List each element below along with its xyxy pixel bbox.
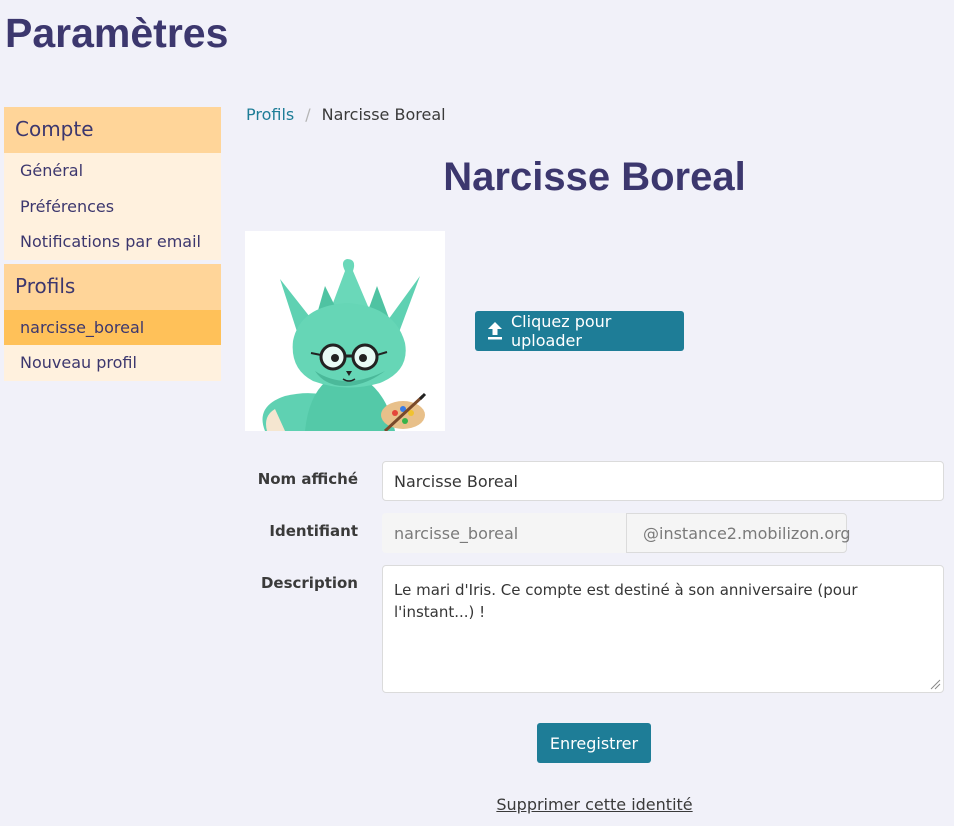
display-name-label: Nom affiché (257, 470, 358, 488)
sidebar-item-new-profile[interactable]: Nouveau profil (4, 345, 221, 381)
upload-avatar-button[interactable]: Cliquez pour uploader (475, 311, 684, 351)
breadcrumb-link-profiles[interactable]: Profils (246, 105, 294, 124)
upload-icon (487, 322, 503, 340)
sidebar-group-profiles: Profils narcisse_boreal Nouveau profil (4, 263, 221, 381)
save-button[interactable]: Enregistrer (537, 723, 651, 763)
sidebar-heading-profiles: Profils (4, 263, 221, 310)
breadcrumb: Profils / Narcisse Boreal (246, 104, 446, 126)
breadcrumb-current: Narcisse Boreal (321, 105, 446, 124)
sidebar-item-general[interactable]: Général (4, 153, 221, 189)
sidebar-group-account: Compte Général Préférences Notifications… (4, 107, 221, 260)
delete-identity-text[interactable]: Supprimer cette identité (496, 795, 692, 814)
sidebar-heading-account: Compte (4, 107, 221, 153)
profile-title: Narcisse Boreal (443, 155, 746, 199)
page-title: Paramètres (5, 10, 229, 56)
settings-sidebar: Compte Général Préférences Notifications… (4, 107, 221, 385)
description-text: Le mari d'Iris. Ce compte est destiné à … (394, 581, 858, 621)
sidebar-item-preferences[interactable]: Préférences (4, 189, 221, 225)
breadcrumb-separator: / (305, 105, 311, 124)
identifier-label: Identifiant (269, 522, 358, 540)
avatar (245, 231, 445, 431)
sidebar-item-profile-narcisse[interactable]: narcisse_boreal (4, 309, 221, 345)
description-label: Description (260, 574, 358, 592)
upload-label: Cliquez pour uploader (511, 312, 612, 350)
description-textarea[interactable]: Le mari d'Iris. Ce compte est destiné à … (382, 565, 944, 693)
identifier-domain-addon: @instance2.mobilizon.org (626, 513, 851, 553)
display-name-input[interactable]: Narcisse Boreal (382, 461, 944, 501)
delete-identity-link: Supprimer cette identité (245, 795, 944, 814)
identifier-input: narcisse_boreal (382, 513, 626, 553)
sidebar-item-email-notifications[interactable]: Notifications par email (4, 224, 221, 260)
mascot-illustration (262, 259, 427, 431)
resize-handle-icon[interactable] (929, 678, 941, 690)
